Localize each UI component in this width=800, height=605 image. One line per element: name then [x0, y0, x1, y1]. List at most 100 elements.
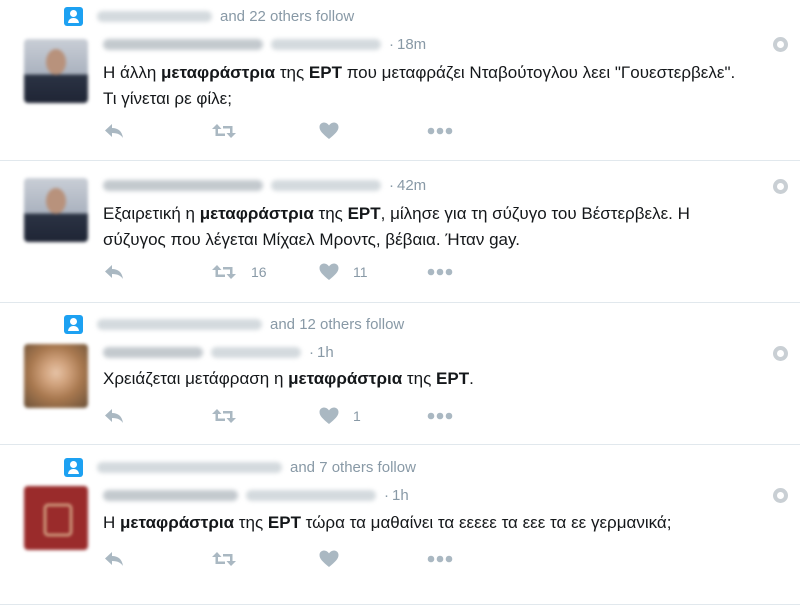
retweet-icon [212, 265, 236, 279]
retweet-button[interactable] [211, 122, 319, 140]
person-follow-icon [64, 7, 83, 26]
more-icon [427, 555, 453, 563]
blurred-display-name[interactable] [103, 347, 203, 358]
tweet-text-segment: της [402, 369, 437, 388]
tweet-actions [103, 550, 535, 568]
more-icon [427, 412, 453, 420]
highlighted-keyword: μεταφράστρια [161, 63, 276, 82]
social-context: and 22 others follow [64, 7, 354, 26]
tweet-text-segment: . [469, 369, 474, 388]
highlighted-keyword: μεταφράστρια [120, 513, 235, 532]
tweet-timestamp[interactable]: 1h [392, 487, 409, 504]
tweet-text-segment: της [275, 63, 309, 82]
more-icon [427, 268, 453, 276]
reply-icon [105, 124, 123, 138]
highlighted-keyword: μεταφράστρια [288, 369, 403, 388]
reply-icon [105, 265, 123, 279]
tweet-header: · 18m [103, 36, 426, 53]
tweet-actions [103, 122, 535, 140]
tweet-text: Η μεταφράστρια της ΕΡΤ τώρα τα μαθαίνει … [103, 510, 753, 536]
retweet-icon [212, 124, 236, 138]
highlighted-keyword: ΕΡΤ [347, 204, 381, 223]
blurred-username[interactable] [271, 180, 381, 191]
retweet-count: 16 [251, 264, 267, 280]
like-button[interactable]: 1 [319, 407, 427, 425]
like-button[interactable]: 11 [319, 263, 427, 281]
tweet-text: Η άλλη μεταφράστρια της ΕΡΤ που μεταφράζ… [103, 60, 753, 112]
tweet-text: Εξαιρετική η μεταφράστρια της ΕΡΤ, μίλησ… [103, 201, 753, 253]
highlighted-keyword: μεταφράστρια [199, 204, 314, 223]
like-button[interactable] [319, 122, 427, 140]
person-follow-icon [64, 458, 83, 477]
tweet-actions: 1 [103, 407, 535, 425]
blurred-names [97, 11, 212, 22]
heart-icon [319, 122, 339, 139]
avatar[interactable] [24, 39, 88, 103]
like-button[interactable] [319, 550, 427, 568]
globe-icon [773, 488, 788, 503]
tweet-text-segment: της [313, 204, 348, 223]
reply-button[interactable] [103, 122, 211, 140]
more-icon [427, 127, 453, 135]
retweet-icon [212, 552, 236, 566]
retweet-button[interactable]: 16 [211, 263, 319, 281]
social-context: and 7 others follow [64, 458, 416, 477]
tweet[interactable]: and 7 others follow · 1h Η μεταφράστρια … [0, 444, 800, 605]
avatar[interactable] [24, 344, 88, 408]
social-context-text: and 12 others follow [270, 316, 405, 333]
more-button[interactable] [427, 412, 535, 420]
highlighted-keyword: ΕΡΤ [436, 369, 470, 388]
tweet[interactable]: and 12 others follow · 1h Χρειάζεται μετ… [0, 302, 800, 445]
tweet-timestamp[interactable]: 18m [397, 36, 426, 53]
globe-icon [773, 37, 788, 52]
highlighted-keyword: ΕΡΤ [308, 63, 342, 82]
heart-icon [319, 263, 339, 280]
tweet-feed: and 22 others follow · 18m Η άλλη μεταφρ… [0, 0, 800, 605]
highlighted-keyword: ΕΡΤ [267, 513, 301, 532]
reply-icon [105, 409, 123, 423]
tweet-text-segment: Χρειάζεται μετάφραση η [103, 369, 289, 388]
like-count: 11 [353, 264, 368, 280]
tweet-text: Χρειάζεται μετάφραση η μεταφράστρια της … [103, 366, 753, 392]
more-button[interactable] [427, 127, 535, 135]
tweet-timestamp[interactable]: 42m [397, 177, 426, 194]
tweet-header: · 42m [103, 177, 426, 194]
blurred-display-name[interactable] [103, 490, 238, 501]
tweet-text-segment: Εξαιρετική η [103, 204, 200, 223]
retweet-button[interactable] [211, 407, 319, 425]
tweet[interactable]: · 42m Εξαιρετική η μεταφράστρια της ΕΡΤ,… [0, 160, 800, 303]
blurred-display-name[interactable] [103, 180, 263, 191]
tweet-actions: 16 11 [103, 263, 535, 281]
tweet-text-segment: της [234, 513, 268, 532]
reply-button[interactable] [103, 550, 211, 568]
globe-icon [773, 346, 788, 361]
tweet-header: · 1h [103, 344, 334, 361]
heart-icon [319, 550, 339, 567]
reply-button[interactable] [103, 407, 211, 425]
blurred-display-name[interactable] [103, 39, 263, 50]
avatar[interactable] [24, 486, 88, 550]
tweet-header: · 1h [103, 487, 409, 504]
tweet-text-segment: τώρα τα μαθαίνει τα εεεεε τα εεε τα εε γ… [300, 513, 672, 532]
person-follow-icon [64, 315, 83, 334]
retweet-icon [212, 409, 236, 423]
social-context: and 12 others follow [64, 315, 404, 334]
retweet-button[interactable] [211, 550, 319, 568]
heart-icon [319, 407, 339, 424]
avatar[interactable] [24, 178, 88, 242]
blurred-username[interactable] [246, 490, 376, 501]
more-button[interactable] [427, 555, 535, 563]
blurred-username[interactable] [211, 347, 301, 358]
reply-button[interactable] [103, 263, 211, 281]
globe-icon [773, 179, 788, 194]
tweet-text-segment: Η [103, 513, 120, 532]
blurred-names [97, 319, 262, 330]
more-button[interactable] [427, 268, 535, 276]
tweet-timestamp[interactable]: 1h [317, 344, 334, 361]
like-count: 1 [353, 408, 361, 424]
reply-icon [105, 552, 123, 566]
social-context-text: and 22 others follow [220, 8, 355, 25]
tweet[interactable]: and 22 others follow · 18m Η άλλη μεταφρ… [0, 0, 800, 161]
blurred-username[interactable] [271, 39, 381, 50]
social-context-text: and 7 others follow [290, 459, 416, 476]
